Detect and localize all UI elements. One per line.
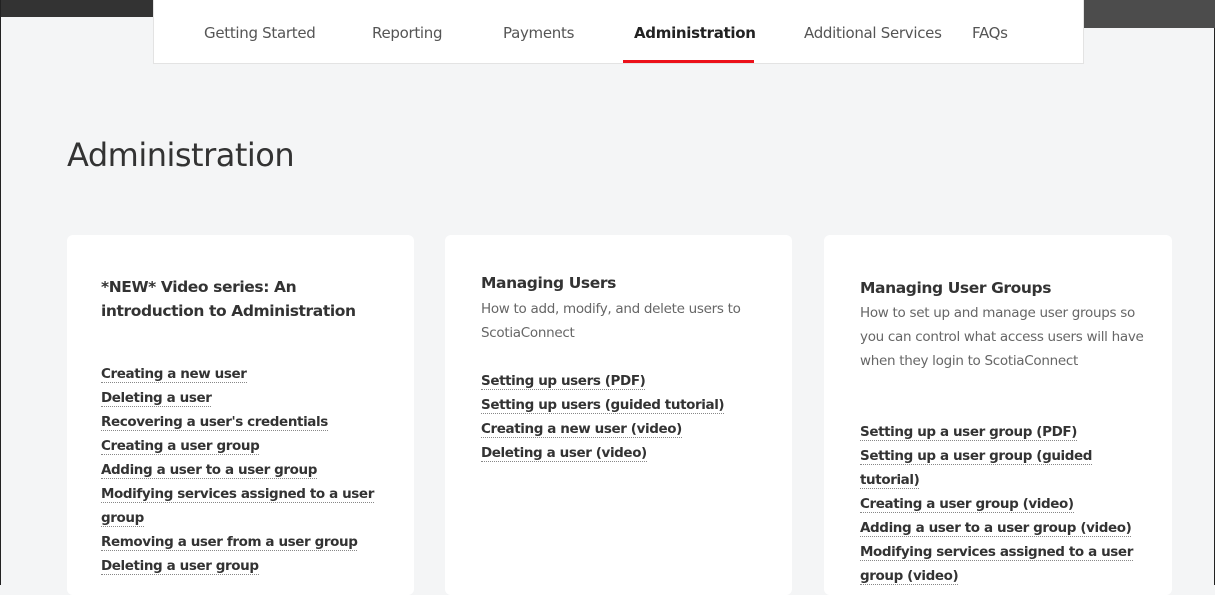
- tab-additional-services[interactable]: Additional Services: [804, 22, 942, 44]
- link-list: Creating a new user Deleting a user Reco…: [101, 362, 401, 578]
- link-modifying-services[interactable]: Modifying services assigned to a user gr…: [101, 486, 374, 527]
- list-item: Creating a new user (video): [481, 417, 771, 441]
- link-creating-user-group-video[interactable]: Creating a user group (video): [860, 496, 1074, 513]
- list-item: Removing a user from a user group: [101, 530, 401, 554]
- card-title: *NEW* Video series: An introduction to A…: [101, 278, 356, 320]
- list-item: Setting up a user group (PDF): [860, 420, 1140, 444]
- main-nav: Getting Started Reporting Payments Admin…: [153, 0, 1084, 64]
- link-setting-up-group-tutorial[interactable]: Setting up a user group (guided tutorial…: [860, 448, 1092, 489]
- link-deleting-user-group[interactable]: Deleting a user group: [101, 558, 259, 575]
- active-tab-indicator: [623, 60, 754, 63]
- list-item: Creating a user group (video): [860, 492, 1140, 516]
- link-deleting-user-video[interactable]: Deleting a user (video): [481, 445, 647, 462]
- list-item: Setting up users (PDF): [481, 369, 771, 393]
- link-setting-up-group-pdf[interactable]: Setting up a user group (PDF): [860, 424, 1077, 441]
- list-item: Modifying services assigned to a user gr…: [860, 540, 1140, 588]
- list-item: Deleting a user group: [101, 554, 401, 578]
- tab-reporting[interactable]: Reporting: [372, 22, 443, 44]
- list-item: Adding a user to a user group (video): [860, 516, 1140, 540]
- page-title: Administration: [67, 136, 295, 174]
- list-item: Deleting a user: [101, 386, 401, 410]
- card-video-series: *NEW* Video series: An introduction to A…: [67, 235, 414, 595]
- tab-payments[interactable]: Payments: [503, 22, 574, 44]
- top-bar-left: [1, 0, 153, 17]
- list-item: Setting up a user group (guided tutorial…: [860, 444, 1140, 492]
- card-managing-user-groups: Managing User Groups How to set up and m…: [824, 235, 1172, 595]
- card-description: How to add, modify, and delete users to …: [481, 301, 741, 341]
- card-managing-users: Managing Users How to add, modify, and d…: [445, 235, 792, 595]
- card-description: How to set up and manage user groups so …: [860, 305, 1144, 369]
- link-setting-up-users-tutorial[interactable]: Setting up users (guided tutorial): [481, 397, 725, 414]
- list-item: Creating a new user: [101, 362, 401, 386]
- list-item: Deleting a user (video): [481, 441, 771, 465]
- link-recovering-credentials[interactable]: Recovering a user's credentials: [101, 414, 328, 431]
- link-list: Setting up a user group (PDF) Setting up…: [860, 420, 1140, 588]
- card-title: Managing User Groups: [860, 279, 1052, 297]
- link-removing-user-from-group[interactable]: Removing a user from a user group: [101, 534, 358, 551]
- card-title: Managing Users: [481, 274, 616, 292]
- list-item: Recovering a user's credentials: [101, 410, 401, 434]
- list-item: Creating a user group: [101, 434, 401, 458]
- link-creating-new-user[interactable]: Creating a new user: [101, 366, 247, 383]
- tab-getting-started[interactable]: Getting Started: [204, 22, 316, 44]
- top-bar-right: [1084, 0, 1215, 28]
- list-item: Adding a user to a user group: [101, 458, 401, 482]
- link-adding-user-to-group[interactable]: Adding a user to a user group: [101, 462, 317, 479]
- link-setting-up-users-pdf[interactable]: Setting up users (PDF): [481, 373, 646, 390]
- tab-administration[interactable]: Administration: [634, 22, 756, 44]
- list-item: Setting up users (guided tutorial): [481, 393, 771, 417]
- tab-faqs[interactable]: FAQs: [972, 22, 1008, 44]
- link-list: Setting up users (PDF) Setting up users …: [481, 369, 771, 465]
- list-item: Modifying services assigned to a user gr…: [101, 482, 401, 530]
- link-creating-new-user-video[interactable]: Creating a new user (video): [481, 421, 682, 438]
- link-deleting-user[interactable]: Deleting a user: [101, 390, 212, 407]
- link-adding-user-to-group-video[interactable]: Adding a user to a user group (video): [860, 520, 1132, 537]
- link-modifying-services-video[interactable]: Modifying services assigned to a user gr…: [860, 544, 1133, 585]
- link-creating-user-group[interactable]: Creating a user group: [101, 438, 260, 455]
